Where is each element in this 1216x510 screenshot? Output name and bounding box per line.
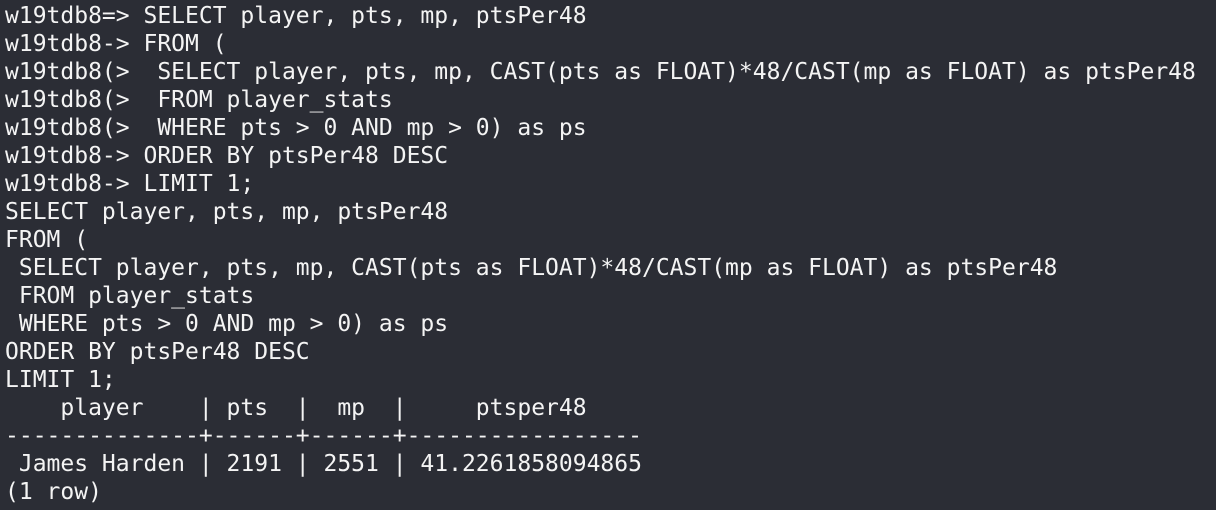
echo-line-limit: LIMIT 1; bbox=[5, 367, 116, 393]
echo-line-select: SELECT player, pts, mp, ptsPer48 bbox=[5, 199, 449, 225]
result-table-row: James Harden | 2191 | 2551 | 41.22618580… bbox=[5, 451, 642, 477]
result-row-count: (1 row) bbox=[5, 479, 102, 505]
echo-line-subquery-from: FROM player_stats bbox=[5, 283, 255, 309]
terminal-window[interactable]: w19tdb8=> SELECT player, pts, mp, ptsPer… bbox=[0, 0, 1216, 510]
result-table-separator: --------------+------+------+-----------… bbox=[5, 423, 642, 449]
echo-line-order-by: ORDER BY ptsPer48 DESC bbox=[5, 339, 310, 365]
echo-line-subquery-select: SELECT player, pts, mp, CAST(pts as FLOA… bbox=[5, 255, 1058, 281]
prompt-line-subquery-from: w19tdb8(> FROM player_stats bbox=[5, 87, 393, 113]
prompt-line-order-by: w19tdb8-> ORDER BY ptsPer48 DESC bbox=[5, 143, 449, 169]
prompt-line-select: w19tdb8=> SELECT player, pts, mp, ptsPer… bbox=[5, 3, 587, 29]
echo-line-from: FROM ( bbox=[5, 227, 89, 253]
prompt-line-from: w19tdb8-> FROM ( bbox=[5, 31, 227, 57]
prompt-line-limit: w19tdb8-> LIMIT 1; bbox=[5, 171, 255, 197]
echo-line-subquery-where: WHERE pts > 0 AND mp > 0) as ps bbox=[5, 311, 449, 337]
result-table-header: player | pts | mp | ptsper48 bbox=[5, 395, 587, 421]
prompt-line-subquery-where: w19tdb8(> WHERE pts > 0 AND mp > 0) as p… bbox=[5, 115, 587, 141]
prompt-line-subquery-select: w19tdb8(> SELECT player, pts, mp, CAST(p… bbox=[5, 59, 1196, 85]
